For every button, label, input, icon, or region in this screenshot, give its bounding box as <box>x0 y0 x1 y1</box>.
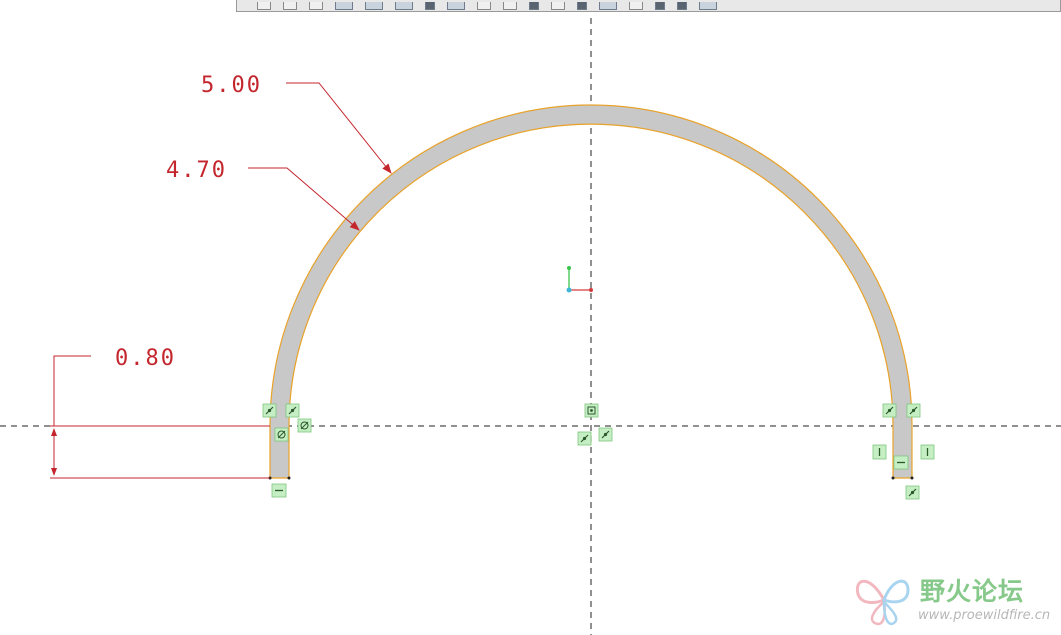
vertex-point[interactable] <box>287 476 291 480</box>
vertical-icon[interactable] <box>920 444 935 460</box>
tangent-icon[interactable] <box>262 403 277 418</box>
dimension-leg-height[interactable]: 0.80 <box>50 346 270 479</box>
dimension-inner-radius[interactable]: 4.70 <box>166 158 360 231</box>
coordinate-system-icon <box>566 266 593 293</box>
vertex-point[interactable] <box>910 476 914 480</box>
watermark-title: 野火论坛 <box>920 577 1025 606</box>
horizontal-icon[interactable] <box>271 483 287 498</box>
dimension-outer-radius[interactable]: 5.00 <box>201 73 392 174</box>
watermark: 野火论坛 www.proewildfire.cn <box>852 570 1057 630</box>
tangent-icon[interactable] <box>577 431 592 446</box>
tangent-icon[interactable] <box>882 403 897 418</box>
midpoint-icon[interactable] <box>584 403 599 418</box>
tangent-icon[interactable] <box>598 427 613 442</box>
dimension-value-inner[interactable]: 4.70 <box>166 158 227 183</box>
dimension-value-leg[interactable]: 0.80 <box>115 346 176 371</box>
symmetric-icon[interactable] <box>274 427 289 442</box>
symmetric-icon[interactable] <box>297 418 312 433</box>
sketch-canvas[interactable]: 5.00 4.70 0.80 <box>0 0 1061 635</box>
tangent-icon[interactable] <box>905 485 920 500</box>
vertex-point[interactable] <box>891 476 895 480</box>
tangent-icon[interactable] <box>906 403 921 418</box>
dimension-value-outer[interactable]: 5.00 <box>201 73 262 98</box>
vertical-icon[interactable] <box>872 444 887 460</box>
horizontal-icon[interactable] <box>893 455 909 470</box>
watermark-url: www.proewildfire.cn <box>918 608 1051 623</box>
tangent-icon[interactable] <box>285 403 300 418</box>
butterfly-logo-icon <box>855 579 910 626</box>
